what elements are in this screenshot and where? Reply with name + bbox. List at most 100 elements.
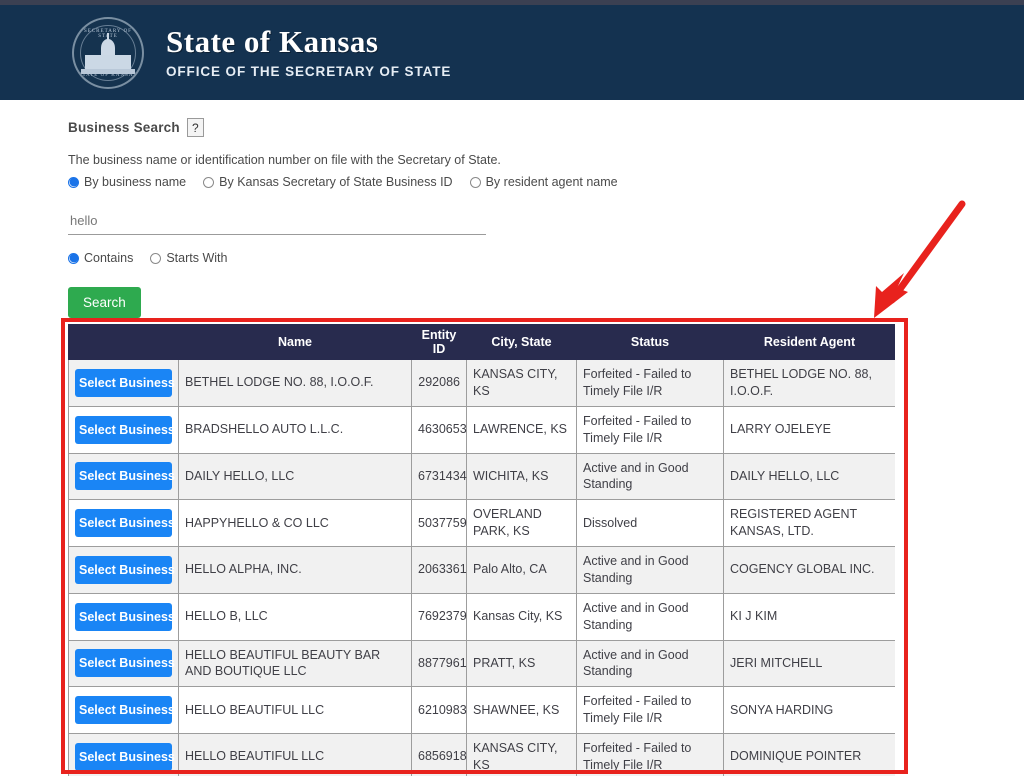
cell-action: Select Business [68,546,179,594]
table-header-row: Name Entity ID City, State Status Reside… [68,324,895,360]
page-title: State of Kansas [166,24,379,60]
table-row: Select Business HELLO BEAUTIFUL LLC 685691… [68,733,895,776]
column-header-resident-agent: Resident Agent [723,324,895,360]
cell-resident-agent: REGISTERED AGENT KANSAS, LTD. [723,499,895,547]
cell-entity-id: 6210983 [411,686,467,734]
cell-action: Select Business [68,405,179,454]
column-header-status: Status [576,324,724,360]
seal-bottom-text: STATE OF KANSAS [78,72,138,78]
cell-status: Dissolved [576,499,724,547]
select-business-button[interactable]: Select Business [75,368,175,397]
table-row: Select Business HAPPYHELLO & CO LLC 503775… [68,499,895,547]
search-by-radio-group: By business name By Kansas Secretary of … [68,175,1024,189]
cell-name: HELLO B, LLC [178,592,412,641]
cell-status: Forfeited - Failed to Timely File I/R [576,359,724,407]
radio-option-by-business-id[interactable]: By Kansas Secretary of State Business ID [203,175,453,189]
select-business-button[interactable]: Select Business [75,602,175,631]
cell-resident-agent: KI J KIM [723,592,895,641]
radio-indicator[interactable] [203,176,215,188]
seal-building-shape [85,54,131,70]
cell-name: HELLO BEAUTIFUL BEAUTY BAR AND BOUTIQUE … [178,639,412,688]
table-row: Select Business HELLO BEAUTIFUL BEAUTY BA… [68,639,895,688]
cell-name: BETHEL LODGE NO. 88, I.O.O.F. [178,359,412,407]
cell-city-state: WICHITA, KS [466,452,577,501]
business-search-panel: Business Search ? The business name or i… [0,100,1024,318]
site-header: SECRETARY OF STATE STATE OF KANSAS State… [0,0,1024,100]
radio-indicator[interactable] [68,252,79,264]
table-row: Select Business BRADSHELLO AUTO L.L.C. 463… [68,405,895,454]
radio-indicator[interactable] [469,176,481,188]
cell-status: Active and in Good Standing [576,546,724,594]
cell-entity-id: 5037759 [411,499,467,547]
cell-status: Forfeited - Failed to Timely File I/R [576,733,724,776]
select-business-button[interactable]: Select Business [75,742,175,771]
cell-name: HELLO BEAUTIFUL LLC [178,733,412,776]
cell-status: Active and in Good Standing [576,452,724,501]
results-table-body: Select Business BETHEL LODGE NO. 88, I.O.… [68,359,895,776]
cell-city-state: SHAWNEE, KS [466,686,577,734]
select-business-button[interactable]: Select Business [75,555,175,584]
results-table-container: Name Entity ID City, State Status Reside… [68,324,895,776]
cell-resident-agent: DAILY HELLO, LLC [723,452,895,501]
select-business-button[interactable]: Select Business [75,509,175,538]
cell-status: Active and in Good Standing [576,639,724,688]
cell-action: Select Business [68,359,179,407]
radio-label: By Kansas Secretary of State Business ID [219,175,453,189]
cell-entity-id: 7692379 [411,592,467,641]
cell-resident-agent: BETHEL LODGE NO. 88, I.O.O.F. [723,359,895,407]
cell-resident-agent: SONYA HARDING [723,686,895,734]
radio-indicator[interactable] [150,252,162,264]
cell-entity-id: 292086 [411,359,467,407]
table-row: Select Business HELLO BEAUTIFUL LLC 621098… [68,686,895,734]
results-table-header: Name Entity ID City, State Status Reside… [68,324,895,360]
search-hint-text: The business name or identification numb… [68,153,501,167]
cell-city-state: LAWRENCE, KS [466,405,577,454]
radio-option-starts-with[interactable]: Starts With [150,251,227,265]
cell-city-state: OVERLAND PARK, KS [466,499,577,547]
cell-name: HAPPYHELLO & CO LLC [178,499,412,547]
cell-action: Select Business [68,499,179,547]
cell-status: Active and in Good Standing [576,592,724,641]
cell-action: Select Business [68,733,179,776]
search-input[interactable] [68,210,486,235]
search-button[interactable]: Search [68,287,141,318]
radio-label: Starts With [166,251,228,265]
cell-status: Forfeited - Failed to Timely File I/R [576,405,724,454]
cell-name: BRADSHELLO AUTO L.L.C. [178,405,412,454]
cell-resident-agent: DOMINIQUE POINTER [723,733,895,776]
radio-label: By resident agent name [485,175,618,189]
column-header-action [68,324,179,360]
radio-label: Contains [84,251,134,265]
radio-indicator[interactable] [68,176,79,188]
select-business-button[interactable]: Select Business [75,649,175,678]
cell-city-state: Palo Alto, CA [466,546,577,594]
cell-entity-id: 8877961 [411,639,467,688]
table-row: Select Business HELLO ALPHA, INC. 2063361 P… [68,546,895,594]
cell-action: Select Business [68,452,179,501]
page-subtitle: OFFICE OF THE SECRETARY OF STATE [166,63,452,79]
select-business-button[interactable]: Select Business [75,415,175,444]
cell-action: Select Business [68,686,179,734]
help-icon[interactable]: ? [186,118,204,137]
cell-entity-id: 6856918 [411,733,467,776]
cell-name: HELLO ALPHA, INC. [178,546,412,594]
match-type-radio-group: Contains Starts With [68,251,1024,265]
panel-title: Business Search [68,120,180,135]
column-header-name: Name [178,324,412,360]
results-table: Name Entity ID City, State Status Reside… [68,324,895,776]
column-header-entity-id: Entity ID [411,324,467,360]
radio-option-by-resident-agent[interactable]: By resident agent name [469,175,618,189]
cell-entity-id: 6731434 [411,452,467,501]
table-row: Select Business HELLO B, LLC 7692379 Kansas… [68,592,895,641]
table-row: Select Business BETHEL LODGE NO. 88, I.O.… [68,359,895,407]
state-seal-icon: SECRETARY OF STATE STATE OF KANSAS [72,16,144,89]
cell-entity-id: 2063361 [411,546,467,594]
cell-action: Select Business [68,592,179,641]
cell-status: Forfeited - Failed to Timely File I/R [576,686,724,734]
cell-name: HELLO BEAUTIFUL LLC [178,686,412,734]
radio-option-by-business-name[interactable]: By business name [68,175,186,189]
select-business-button[interactable]: Select Business [75,462,175,491]
radio-option-contains[interactable]: Contains [68,251,133,265]
select-business-button[interactable]: Select Business [75,696,175,725]
cell-resident-agent: LARRY OJELEYE [723,405,895,454]
